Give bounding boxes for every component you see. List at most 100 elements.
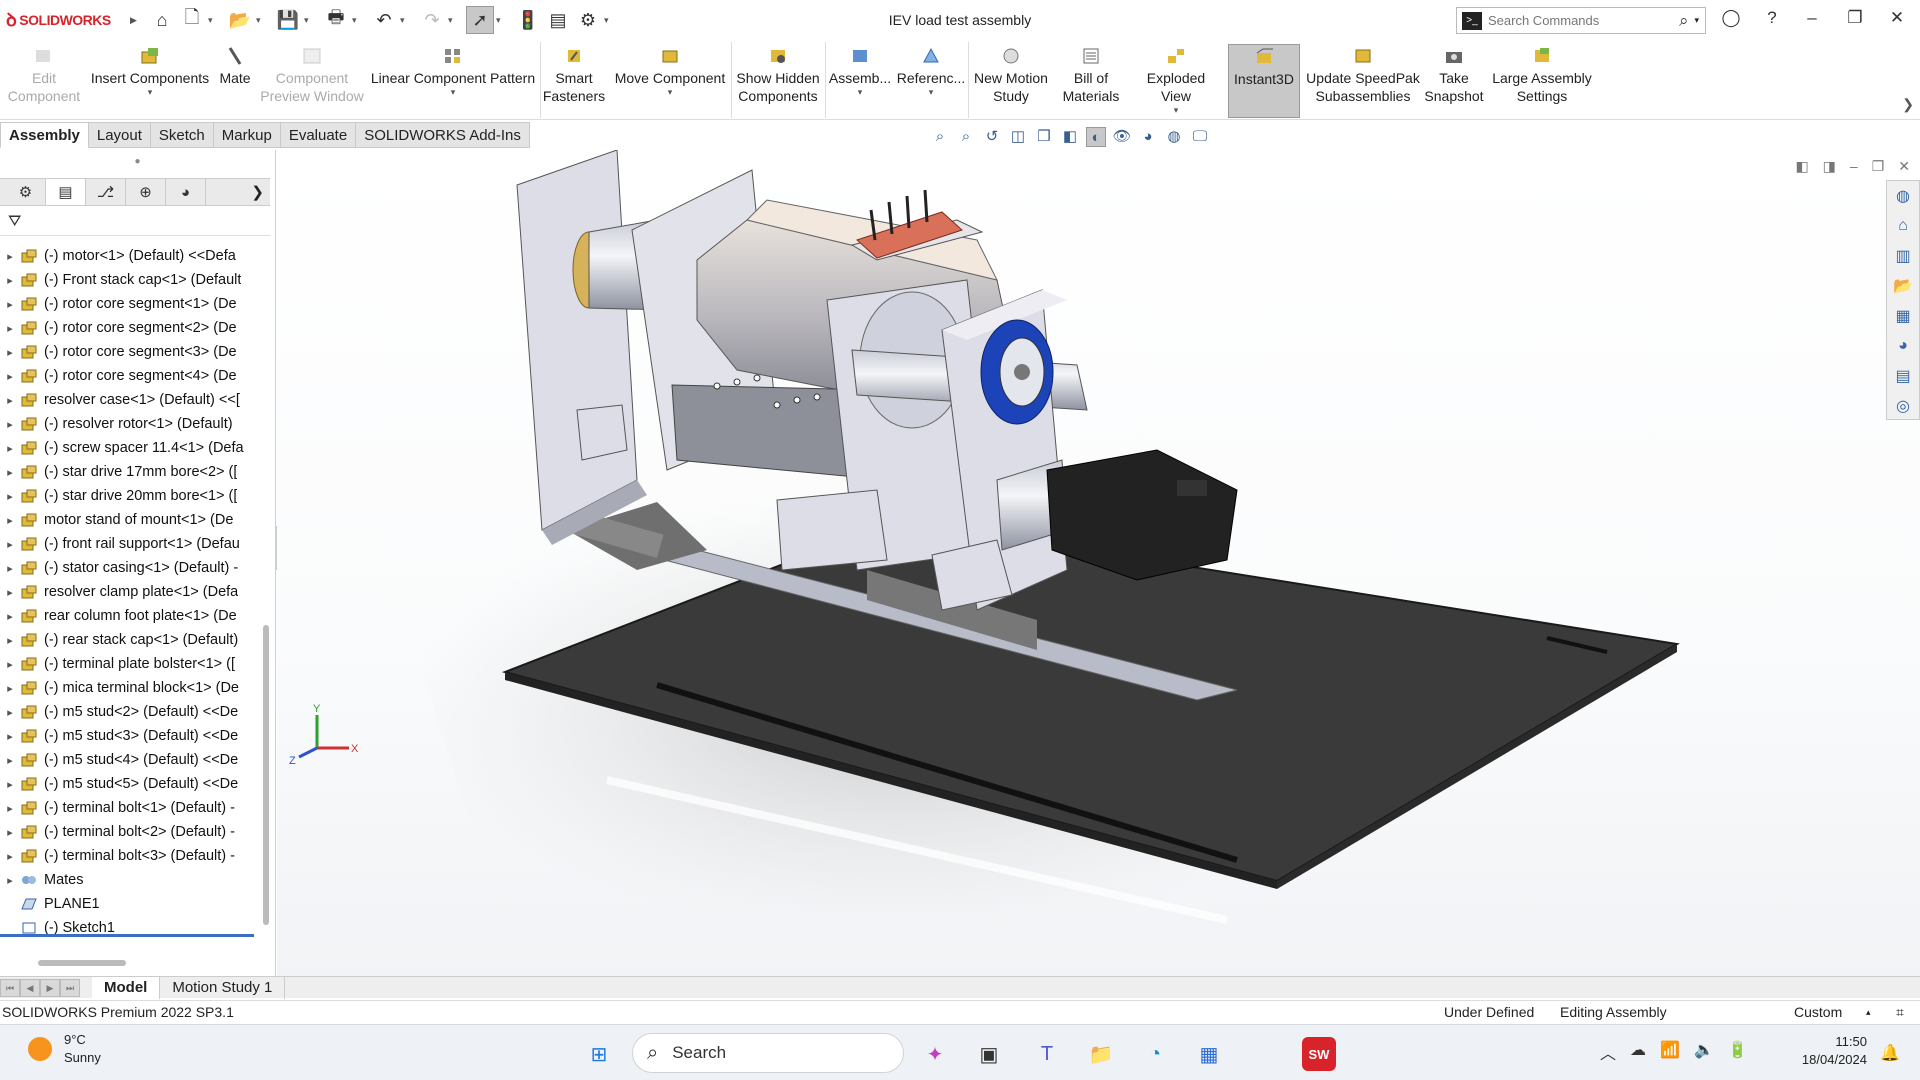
copilot-icon[interactable]: ✦ bbox=[918, 1037, 952, 1071]
undo-dropdown-icon[interactable]: ▾ bbox=[400, 15, 410, 26]
tab-motion-study-1[interactable]: Motion Study 1 bbox=[160, 976, 286, 999]
panel-more-icon[interactable]: ❯ bbox=[251, 183, 264, 201]
traffic-light-icon[interactable]: 🚦 bbox=[514, 6, 542, 34]
search-commands-box[interactable]: >_ Search Commands ⌕ ▾ bbox=[1456, 7, 1706, 34]
expand-arrow-icon[interactable]: ▸ bbox=[0, 778, 20, 791]
expand-arrow-icon[interactable]: ▸ bbox=[0, 754, 20, 767]
tree-item-component[interactable]: ▸ (-) front rail support<1> (Defau bbox=[0, 532, 262, 556]
network-off-icon[interactable]: ☁ bbox=[1630, 1040, 1646, 1064]
restore-icon[interactable]: ❐ bbox=[1840, 8, 1870, 28]
edit-component-button[interactable]: Edit Component bbox=[4, 44, 84, 118]
search-icon[interactable]: ⌕ bbox=[1679, 11, 1689, 31]
pattern-dropdown-icon[interactable]: ▾ bbox=[368, 87, 538, 97]
move-dropdown-icon[interactable]: ▾ bbox=[610, 87, 730, 97]
tree-item-component[interactable]: ▸ (-) rotor core segment<3> (De bbox=[0, 340, 262, 364]
apply-scene-icon[interactable]: ◍ bbox=[1164, 127, 1184, 147]
expand-arrow-icon[interactable]: ▸ bbox=[0, 298, 20, 311]
assembly-model[interactable]: Y X Z bbox=[277, 150, 1920, 976]
exploded-dropdown-icon[interactable]: ▾ bbox=[1130, 105, 1222, 115]
task-view-icon[interactable]: ▣ bbox=[972, 1037, 1006, 1071]
options-dropdown-icon[interactable]: ▾ bbox=[604, 15, 614, 26]
expand-arrow-icon[interactable]: ▸ bbox=[0, 346, 20, 359]
expand-arrow-icon[interactable]: ▸ bbox=[0, 658, 20, 671]
tree-item-component[interactable]: ▸ (-) star drive 20mm bore<1> ([ bbox=[0, 484, 262, 508]
redo-dropdown-icon[interactable]: ▾ bbox=[448, 15, 458, 26]
taskbar-clock[interactable]: 11:50 18/04/2024 bbox=[1787, 1033, 1867, 1069]
search-dropdown-icon[interactable]: ▾ bbox=[1694, 15, 1699, 26]
weather-widget[interactable]: 9°C Sunny bbox=[28, 1031, 101, 1067]
save-dropdown-icon[interactable]: ▾ bbox=[304, 15, 314, 26]
expand-arrow-icon[interactable]: ▸ bbox=[0, 730, 20, 743]
insert-components-button[interactable]: Insert Components ▾ bbox=[90, 44, 210, 118]
tree-item-component[interactable]: ▸ (-) stator casing<1> (Default) - bbox=[0, 556, 262, 580]
ribbon-overflow-icon[interactable]: ❯ bbox=[1902, 96, 1914, 113]
tree-horizontal-scrollbar[interactable] bbox=[38, 960, 126, 966]
resolver-rotor[interactable] bbox=[1014, 364, 1030, 380]
instant3d-button[interactable]: Instant3D bbox=[1228, 44, 1300, 118]
component-preview-button[interactable]: Component Preview Window bbox=[258, 44, 366, 118]
filter-icon[interactable]: ⛛ bbox=[0, 208, 270, 236]
expand-arrow-icon[interactable]: ▸ bbox=[0, 490, 20, 503]
left-foot-block[interactable] bbox=[576, 404, 628, 461]
reference-dropdown-icon[interactable]: ▾ bbox=[896, 87, 966, 97]
expand-arrow-icon[interactable]: ▸ bbox=[0, 370, 20, 383]
rebuild-status-icon[interactable]: ⌗ bbox=[1896, 1001, 1904, 1023]
tree-item-component[interactable]: ▸ resolver clamp plate<1> (Defa bbox=[0, 580, 262, 604]
left-column[interactable] bbox=[516, 150, 638, 531]
print-dropdown-icon[interactable]: ▾ bbox=[352, 15, 362, 26]
expand-arrow-icon[interactable]: ▸ bbox=[0, 874, 20, 887]
redo-icon[interactable]: ↷ bbox=[418, 6, 446, 34]
tree-item-component[interactable]: ▸ (-) m5 stud<4> (Default) <<De bbox=[0, 748, 262, 772]
minimize-icon[interactable]: – bbox=[1797, 8, 1827, 28]
rear-column-foot-plate[interactable] bbox=[776, 489, 888, 571]
new-document-icon[interactable]: 🗋 bbox=[178, 6, 206, 34]
undo-icon[interactable]: ↶ bbox=[370, 6, 398, 34]
panel-grip[interactable]: ● bbox=[0, 150, 275, 174]
tree-item-component[interactable]: ▸ (-) m5 stud<3> (Default) <<De bbox=[0, 724, 262, 748]
rollback-bar[interactable] bbox=[0, 934, 254, 937]
options-gear-icon[interactable]: ⚙ bbox=[574, 6, 602, 34]
tab-sketch[interactable]: Sketch bbox=[150, 122, 214, 148]
file-explorer-taskbar-icon[interactable]: 📁 bbox=[1084, 1037, 1118, 1071]
linear-pattern-button[interactable]: Linear Component Pattern ▾ bbox=[368, 44, 538, 118]
assembly-features-dropdown-icon[interactable]: ▾ bbox=[827, 87, 893, 97]
show-hidden-button[interactable]: Show Hidden Components bbox=[733, 44, 823, 118]
select-pointer-icon[interactable]: ➚ bbox=[466, 6, 494, 34]
design-library-icon[interactable]: ▥ bbox=[1887, 241, 1919, 271]
mate-button[interactable]: Mate bbox=[215, 44, 255, 118]
tree-item-component[interactable]: ▸ motor stand of mount<1> (De bbox=[0, 508, 262, 532]
forum-icon[interactable]: ◎ bbox=[1887, 391, 1919, 421]
menu-expand-icon[interactable]: ▶ bbox=[130, 15, 140, 26]
expand-arrow-icon[interactable]: ▸ bbox=[0, 514, 20, 527]
display-style-icon[interactable]: ◐ bbox=[1086, 127, 1106, 147]
zoom-to-fit-icon[interactable]: ⌕ bbox=[930, 127, 950, 147]
expand-arrow-icon[interactable]: ▸ bbox=[0, 322, 20, 335]
expand-arrow-icon[interactable]: ▸ bbox=[0, 586, 20, 599]
move-component-button[interactable]: Move Component ▾ bbox=[610, 44, 730, 118]
tree-item-component[interactable]: ▸ (-) motor<1> (Default) <<Defa bbox=[0, 244, 262, 268]
tab-model[interactable]: Model bbox=[92, 976, 161, 999]
save-icon[interactable]: 💾 bbox=[274, 6, 302, 34]
expand-arrow-icon[interactable]: ▸ bbox=[0, 706, 20, 719]
assembly-features-button[interactable]: Assemb... ▾ bbox=[827, 44, 893, 118]
previous-view-icon[interactable]: ↺ bbox=[982, 127, 1002, 147]
dynamic-annotation-icon[interactable]: ❒ bbox=[1034, 127, 1054, 147]
tree-item-component[interactable]: ▸ (-) terminal bolt<2> (Default) - bbox=[0, 820, 262, 844]
open-folder-icon[interactable]: 📂 bbox=[226, 6, 254, 34]
tray-expand-icon[interactable]: ︿ bbox=[1600, 1040, 1616, 1064]
first-tab-arrow-icon[interactable]: ⏮ bbox=[0, 978, 20, 997]
new-motion-study-button[interactable]: New Motion Study bbox=[970, 44, 1052, 118]
tab-layout[interactable]: Layout bbox=[88, 122, 151, 148]
bill-of-materials-button[interactable]: Bill of Materials bbox=[1054, 44, 1128, 118]
appearances-icon[interactable]: ◕ bbox=[1887, 331, 1919, 361]
tab-evaluate[interactable]: Evaluate bbox=[280, 122, 357, 148]
edit-appearance-icon[interactable]: ◕ bbox=[1138, 127, 1158, 147]
tree-item-component[interactable]: ▸ (-) rear stack cap<1> (Default) bbox=[0, 628, 262, 652]
file-explorer-icon[interactable]: 📂 bbox=[1887, 271, 1919, 301]
volume-icon[interactable]: 🔈 bbox=[1694, 1040, 1714, 1064]
windows-start-icon[interactable]: ⊞ bbox=[582, 1037, 616, 1071]
battery-icon[interactable]: 🔋 bbox=[1728, 1040, 1748, 1064]
tab-assembly[interactable]: Assembly bbox=[0, 122, 89, 148]
print-icon[interactable]: 🖶 bbox=[322, 6, 350, 34]
tree-item-component[interactable]: ▸ (-) resolver rotor<1> (Default) bbox=[0, 412, 262, 436]
